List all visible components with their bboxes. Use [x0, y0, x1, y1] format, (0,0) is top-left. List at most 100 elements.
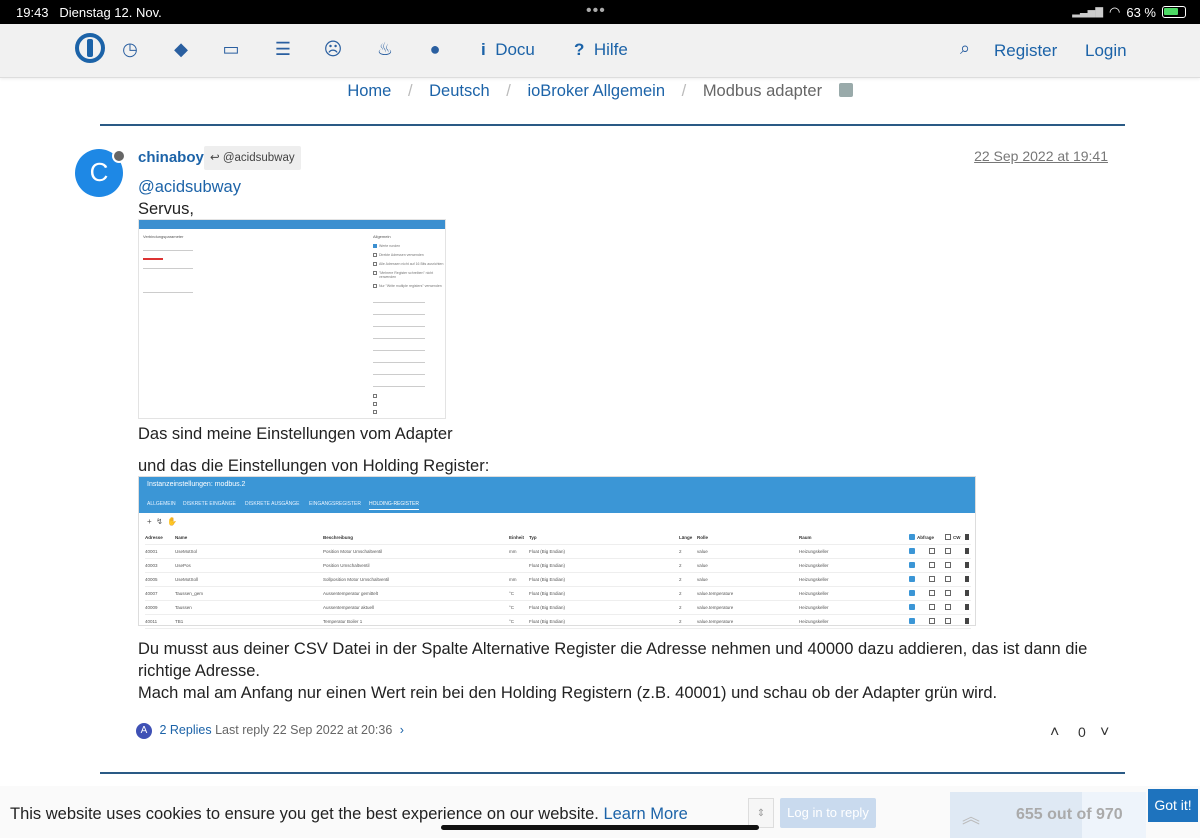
- image-table-cell: Heizungskeller: [799, 619, 829, 624]
- navbar: ◷ ◆ ▭ ☰ ☹ ♨ ● i Docu ? Hilfe ⌕ Register …: [0, 24, 1200, 78]
- image-table-cell: 2: [679, 549, 682, 554]
- image-table-row: 40005 UseMotSoll Sollposition Motor Umscha…: [145, 573, 971, 587]
- github-icon[interactable]: ●: [424, 37, 446, 61]
- image-table-row: 40001 UseMotSol Position Motor Umschaltven…: [145, 545, 971, 559]
- image-col-header: Rolle: [697, 535, 709, 540]
- image-field-line: [373, 326, 425, 327]
- trash-icon: [965, 548, 969, 554]
- home-indicator[interactable]: [441, 825, 759, 830]
- image-table-cell: Heizungskeller: [799, 563, 829, 568]
- image-field-line: [373, 314, 425, 315]
- holding-register-image[interactable]: Instanzeinstellungen: modbus.2 ALLGEMEIN…: [138, 476, 976, 629]
- rss-icon[interactable]: [838, 83, 853, 97]
- replies-link[interactable]: A 2 Replies Last reply 22 Sep 2022 at 20…: [136, 723, 404, 739]
- image-checkbox-checked: [909, 534, 915, 540]
- register-link[interactable]: Register: [994, 41, 1057, 61]
- breadcrumb-iobroker-allgemein[interactable]: ioBroker Allgemein: [527, 82, 665, 100]
- battery-text: 63 %: [1126, 4, 1156, 20]
- image-red-marker: [143, 258, 163, 260]
- greeting-text: Servus,: [138, 200, 194, 218]
- image-col-header: Raum: [799, 535, 812, 540]
- status-right: ▂▃▅▇ ◠ 63 %: [1072, 4, 1186, 20]
- cookie-message: This website uses cookies to ensure you …: [10, 805, 688, 823]
- tags-icon[interactable]: ◆: [170, 37, 192, 61]
- image-table-body: 40001 UseMotSol Position Motor Umschaltven…: [145, 545, 971, 629]
- image-toolbar: + ↯ ✋: [147, 517, 178, 526]
- adapter-settings-image[interactable]: Verbindungsparameter Allgemein Werte run…: [138, 219, 446, 419]
- downvote-icon[interactable]: ˅: [1100, 724, 1109, 742]
- post-timestamp[interactable]: 22 Sep 2022 at 19:41: [974, 148, 1108, 164]
- inbox-icon[interactable]: ▭: [220, 37, 242, 61]
- image-table-cell: UseMotSoll: [175, 577, 199, 582]
- fire-icon[interactable]: ♨: [374, 37, 396, 61]
- post-author[interactable]: chinaboy: [138, 149, 204, 166]
- image-field-line: [373, 338, 425, 339]
- image-table-cell: Position Umschaltventil: [323, 563, 370, 568]
- learn-more-link[interactable]: Learn More: [603, 805, 687, 823]
- list-icon[interactable]: ☰: [272, 37, 294, 61]
- image-table-header: Adresse Name Beschreibung Einheit Typ Lä…: [145, 531, 971, 545]
- iobroker-logo[interactable]: [75, 33, 105, 63]
- image-table-cell: 40001: [145, 549, 158, 554]
- image-checkbox: [929, 618, 935, 624]
- frown-icon[interactable]: ☹: [322, 37, 344, 61]
- image-checkbox: [373, 410, 377, 414]
- image-option: Alle Adressen nicht auf 16 Bits ausricht…: [379, 262, 444, 266]
- post-paragraph-continued: richtige Adresse.: [138, 662, 260, 680]
- mention[interactable]: @acidsubway: [138, 176, 241, 198]
- image-checkbox-checked: [909, 590, 915, 596]
- clock-icon[interactable]: ◷: [119, 37, 141, 61]
- image-table-cell: Float (Big Endian): [529, 577, 566, 582]
- upvote-icon[interactable]: ˄: [1050, 724, 1059, 742]
- image-checkbox: [945, 590, 951, 596]
- cookie-banner: This website uses cookies to ensure you …: [0, 786, 1200, 838]
- chevron-right-icon[interactable]: ›: [400, 723, 404, 737]
- image-checkbox: [373, 253, 377, 257]
- image-table-cell: 2: [679, 591, 682, 596]
- image-table-cell: value.temperature: [697, 591, 734, 596]
- login-link[interactable]: Login: [1085, 41, 1127, 61]
- image-table-cell: value.temperature: [697, 605, 734, 610]
- image-right-title: Allgemein: [373, 234, 391, 239]
- image-table-cell: Float (Big Endian): [529, 619, 566, 624]
- hilfe-link[interactable]: ? Hilfe: [574, 40, 628, 60]
- replies-count[interactable]: 2 Replies: [159, 723, 211, 737]
- image-table-cell: °C: [509, 605, 515, 610]
- image-table-row: 40007 Taussen_gem Aussentemperatur gemitte…: [145, 587, 971, 601]
- image-table-cell: Heizungskeller: [799, 549, 829, 554]
- image-header: Instanzeinstellungen: modbus.2 ALLGEMEIN…: [139, 477, 975, 513]
- breadcrumb: Home / Deutsch / ioBroker Allgemein / Mo…: [0, 82, 1200, 101]
- trash-icon: [965, 618, 969, 624]
- image-checkbox: [945, 534, 951, 540]
- image-checkbox-checked: [909, 618, 915, 624]
- image-tab-active: HOLDING-REGISTER: [369, 501, 420, 510]
- image-checkbox-checked: [909, 562, 915, 568]
- post-divider: [100, 772, 1125, 774]
- image-table-cell: Heizungskeller: [799, 577, 829, 582]
- image-header-bar: [139, 220, 445, 229]
- image-table-cell: UseMotSol: [175, 549, 198, 554]
- image-table-cell: Float (Big Endian): [529, 605, 566, 610]
- image-tab: ALLGEMEIN: [147, 501, 176, 507]
- image-table-cell: Taussen: [175, 605, 192, 610]
- image-table-cell: Heizungskeller: [799, 605, 829, 610]
- image-checkbox: [945, 618, 951, 624]
- image-option: Werte runden: [379, 244, 401, 248]
- search-icon[interactable]: ⌕: [954, 36, 976, 60]
- image-table-cell: 40007: [145, 591, 158, 596]
- multitasking-dots[interactable]: •••: [586, 2, 606, 20]
- image-checkbox: [373, 402, 377, 406]
- image-checkbox: [945, 604, 951, 610]
- trash-icon: [965, 562, 969, 568]
- got-it-button[interactable]: Got it!: [1148, 789, 1198, 822]
- docu-link[interactable]: i Docu: [481, 40, 535, 60]
- breadcrumb-home[interactable]: Home: [347, 82, 391, 100]
- image-left-title: Verbindungsparameter: [143, 234, 184, 239]
- wifi-icon: ◠: [1109, 4, 1121, 19]
- breadcrumb-deutsch[interactable]: Deutsch: [429, 82, 490, 100]
- image-checkbox-checked: [909, 548, 915, 554]
- reply-to-chip[interactable]: ↩ @acidsubway: [204, 146, 301, 170]
- image-checkbox: [945, 562, 951, 568]
- topic-divider: [100, 124, 1125, 126]
- image-col-header: Abfrage: [917, 535, 935, 540]
